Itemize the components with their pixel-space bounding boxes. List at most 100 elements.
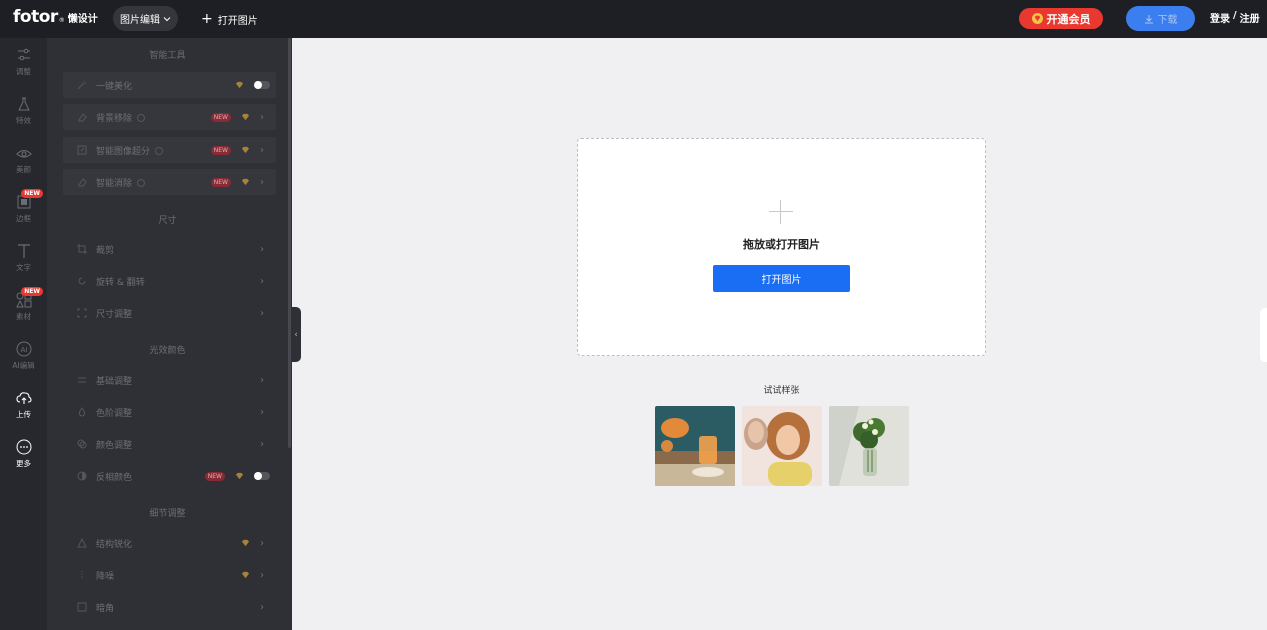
tool-background-remove[interactable]: 背景移除 NEW › (63, 104, 276, 130)
invert-toggle[interactable] (254, 472, 270, 480)
rail-item-text[interactable]: 文字 (0, 236, 47, 280)
tool-label: 尺寸调整 (96, 309, 133, 320)
samples-title: 试试样张 (763, 386, 800, 396)
tool-resize[interactable]: 尺寸调整 › (63, 300, 276, 326)
sample-image-portrait[interactable] (742, 406, 822, 486)
rail-item-upload[interactable]: 上传 (0, 383, 47, 427)
chevron-right-icon: › (260, 144, 264, 156)
tool-erase[interactable]: 智能消除 NEW › (63, 169, 276, 195)
rail-item-label: 更多 (16, 459, 31, 468)
vip-button-label: 开通会员 (1046, 12, 1091, 26)
cloud-upload-icon (15, 392, 32, 404)
section-title-size: 尺寸 (158, 216, 177, 226)
upscale-icon (77, 145, 87, 155)
new-badge: NEW (210, 177, 231, 187)
open-image-top-label: 打开图片 (217, 15, 258, 27)
chevron-right-icon: › (260, 537, 264, 549)
tool-label: 一键美化 (96, 81, 133, 92)
mode-select[interactable]: 图片编辑 (113, 6, 178, 31)
download-icon (1144, 14, 1153, 23)
more-icon (16, 439, 31, 455)
sample-image-drink[interactable] (655, 406, 735, 486)
icon-rail: 调整 特效 美颜 NEW 边框 文字 NEW 素材 AI AI编辑 上传 更多 (0, 38, 47, 630)
rail-item-adjust[interactable]: 调整 (0, 40, 47, 84)
info-icon[interactable] (137, 179, 146, 187)
tool-label: 智能消除 (96, 178, 133, 189)
drop-zone[interactable]: 拖放或打开图片 打开图片 (577, 138, 986, 356)
rail-item-more[interactable]: 更多 (0, 432, 47, 476)
tool-color[interactable]: 颜色调整 › (63, 431, 276, 457)
tool-beautify[interactable]: 一键美化 (63, 72, 276, 98)
vip-button[interactable]: 开通会员 (1019, 8, 1103, 29)
tool-denoise[interactable]: 降噪 › (63, 562, 276, 588)
right-panel-handle[interactable] (1260, 308, 1267, 362)
crop-icon (77, 244, 87, 254)
info-icon[interactable] (137, 114, 146, 122)
panel-scrollbar[interactable] (288, 38, 291, 448)
tool-upscale[interactable]: 智能图像超分 NEW › (63, 137, 276, 163)
download-button[interactable]: 下载 (1126, 6, 1195, 31)
tool-label: 暗角 (96, 603, 115, 614)
triangle-icon (77, 538, 87, 548)
plus-icon (769, 200, 793, 224)
rail-item-label: 特效 (16, 116, 31, 125)
chevron-down-icon (163, 16, 171, 21)
rail-item-label: 美颜 (16, 165, 31, 174)
panel-collapse-handle[interactable]: ‹ (291, 307, 301, 362)
premium-diamond-icon (241, 178, 250, 186)
color-circles-icon (77, 439, 87, 449)
sample-drink-picture (655, 406, 735, 486)
invert-icon (77, 471, 87, 481)
tool-basic-adjust[interactable]: 基础调整 › (63, 367, 276, 393)
magic-wand-icon (77, 81, 86, 90)
rail-item-effects[interactable]: 特效 (0, 89, 47, 133)
rail-item-label: 素材 (16, 312, 31, 321)
chevron-right-icon: › (260, 438, 264, 450)
premium-diamond-icon (235, 81, 244, 89)
tool-label: 降噪 (96, 571, 115, 582)
chevron-right-icon: › (260, 406, 264, 418)
drop-zone-text: 拖放或打开图片 (743, 238, 820, 251)
vignette-icon (77, 602, 87, 612)
rail-item-beauty[interactable]: 美颜 (0, 138, 47, 182)
tool-label-wrap: 背景移除 (96, 111, 211, 124)
rail-item-elements[interactable]: NEW 素材 (0, 285, 47, 329)
section-title-smart: 智能工具 (149, 51, 186, 61)
eye-icon (15, 150, 32, 158)
rail-item-label: 边框 (16, 214, 31, 223)
logo-brand: fotor (13, 7, 58, 27)
tool-label: 背景移除 (96, 113, 133, 124)
premium-diamond-icon (241, 571, 250, 579)
info-icon[interactable] (155, 147, 164, 155)
chevron-right-icon: › (260, 307, 264, 319)
new-badge: NEW (21, 189, 43, 198)
tool-label-wrap: 智能消除 (96, 176, 211, 189)
top-bar: fotor ® 懒设计 图片编辑 + 打开图片 开通会员 下载 登录 / 注册 (0, 0, 1267, 38)
sample-image-flowers[interactable] (829, 406, 909, 486)
tool-label: 反相颜色 (96, 472, 133, 483)
open-image-button[interactable]: 打开图片 (713, 265, 850, 292)
tool-label: 颜色调整 (96, 440, 133, 451)
login-link[interactable]: 登录 (1210, 10, 1230, 25)
sample-flowers-picture (829, 406, 909, 486)
rail-item-label: 文字 (16, 263, 31, 272)
new-badge: NEW (210, 112, 231, 122)
rail-item-frame[interactable]: NEW 边框 (0, 187, 47, 231)
tool-vignette[interactable]: 暗角 › (63, 594, 276, 620)
tool-levels[interactable]: 色阶调整 › (63, 399, 276, 425)
register-link[interactable]: 注册 (1240, 10, 1260, 25)
tool-invert[interactable]: 反相颜色 NEW (63, 463, 276, 489)
premium-diamond-icon (241, 539, 250, 547)
tool-rotate[interactable]: 旋转 & 翻转 › (63, 268, 276, 294)
open-image-top-button[interactable]: + 打开图片 (201, 8, 258, 30)
rail-item-ai-edit[interactable]: AI AI编辑 (0, 334, 47, 378)
tool-label: 结构锐化 (96, 539, 133, 550)
beautify-toggle[interactable] (254, 81, 270, 89)
tool-sharpen[interactable]: 结构锐化 › (63, 530, 276, 556)
tool-crop[interactable]: 裁剪 › (63, 236, 276, 262)
mode-select-label: 图片编辑 (120, 15, 160, 26)
logo[interactable]: fotor ® 懒设计 (13, 7, 98, 31)
ai-icon: AI (16, 341, 31, 357)
eraser-icon (78, 178, 87, 187)
new-badge: NEW (210, 145, 231, 155)
